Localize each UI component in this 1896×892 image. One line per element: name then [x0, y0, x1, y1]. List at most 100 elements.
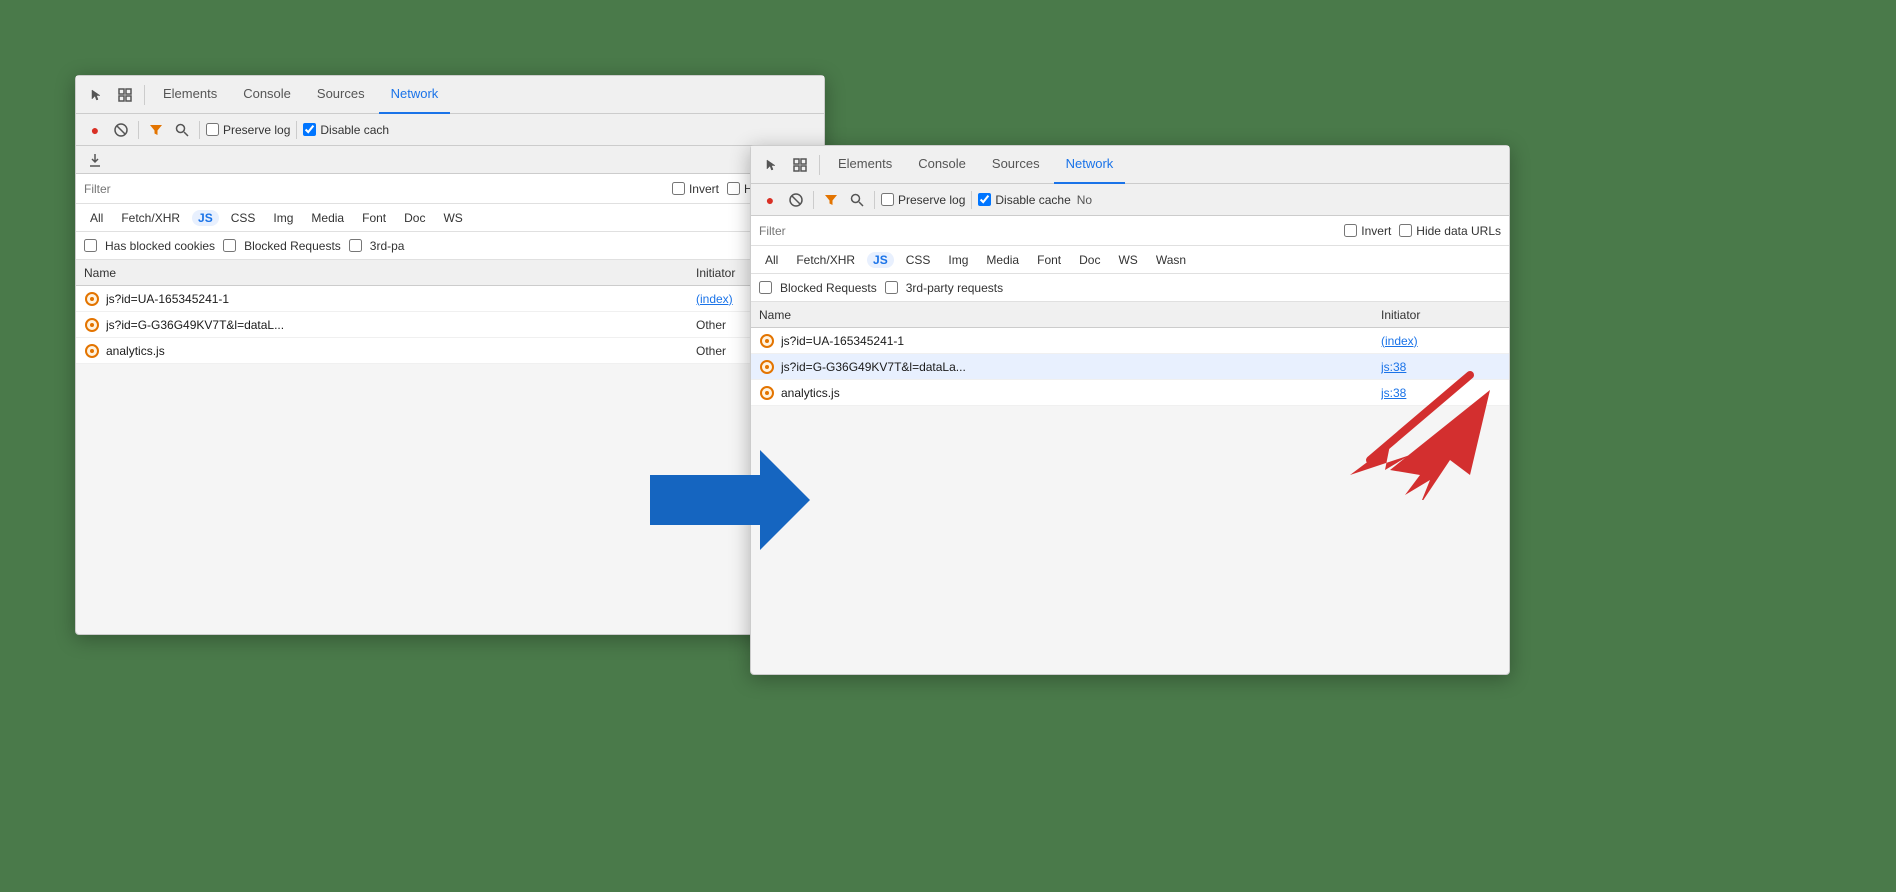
no-label-2: No	[1077, 193, 1092, 207]
toolbar-divider-6	[971, 191, 972, 209]
table-body-2: js?id=UA-165345241-1 (index) js?id=G-G36…	[751, 328, 1509, 406]
table-row-1-3[interactable]: analytics.js Other	[76, 338, 824, 364]
resource-icon-2-1	[759, 333, 775, 349]
row-name-2-2: js?id=G-G36G49KV7T&l=dataLa...	[781, 360, 1381, 374]
tab-bar-2: Elements Console Sources Network	[751, 146, 1509, 184]
cursor-icon[interactable]	[84, 82, 110, 108]
toolbar-divider-5	[874, 191, 875, 209]
row-name-1-3: analytics.js	[106, 344, 696, 358]
col-initiator-header-2: Initiator	[1381, 308, 1501, 322]
inspect-icon-2[interactable]	[787, 152, 813, 178]
type-doc-2[interactable]: Doc	[1073, 252, 1106, 268]
type-media-2[interactable]: Media	[980, 252, 1025, 268]
blocked-requests-checkbox-1[interactable]	[223, 239, 236, 252]
type-filter-1: All Fetch/XHR JS CSS Img Media Font Doc …	[76, 204, 824, 232]
type-img-2[interactable]: Img	[942, 252, 974, 268]
table-row-2-3[interactable]: analytics.js js:38	[751, 380, 1509, 406]
hide-data-checkbox-2[interactable]	[1399, 224, 1412, 237]
row-name-2-1: js?id=UA-165345241-1	[781, 334, 1381, 348]
type-js-2[interactable]: JS	[867, 252, 894, 268]
row-name-2-3: analytics.js	[781, 386, 1381, 400]
toolbar-divider-3	[296, 121, 297, 139]
filter-button-1[interactable]	[145, 119, 167, 141]
resource-icon-2-2	[759, 359, 775, 375]
filter-bar-2: Invert Hide data URLs	[751, 216, 1509, 246]
row-initiator-2-1: (index)	[1381, 334, 1501, 348]
table-row-2-1[interactable]: js?id=UA-165345241-1 (index)	[751, 328, 1509, 354]
tab-network-1[interactable]: Network	[379, 76, 451, 114]
type-wasn-2[interactable]: Wasn	[1150, 252, 1192, 268]
record-button-1[interactable]: ●	[84, 119, 106, 141]
filter-input-2[interactable]	[759, 224, 1336, 238]
table-row-1-1[interactable]: js?id=UA-165345241-1 (index)	[76, 286, 824, 312]
tab-network-2[interactable]: Network	[1054, 146, 1126, 184]
resource-icon-2-3	[759, 385, 775, 401]
filter-button-2[interactable]	[820, 189, 842, 211]
tab-divider-2	[819, 155, 820, 175]
type-all-1[interactable]: All	[84, 210, 109, 226]
tab-divider	[144, 85, 145, 105]
download-button-1[interactable]	[84, 149, 106, 171]
resource-icon-1-1	[84, 291, 100, 307]
table-row-1-2[interactable]: js?id=G-G36G49KV7T&l=dataL... Other	[76, 312, 824, 338]
invert-checkbox-2[interactable]	[1344, 224, 1357, 237]
disable-cache-label-2: Disable cache	[995, 193, 1070, 207]
disable-cache-checkbox-1[interactable]	[303, 123, 316, 136]
hide-data-checkbox-1[interactable]	[727, 182, 740, 195]
tab-elements-2[interactable]: Elements	[826, 146, 904, 184]
third-party-checkbox-2[interactable]	[885, 281, 898, 294]
type-doc-1[interactable]: Doc	[398, 210, 431, 226]
type-img-1[interactable]: Img	[267, 210, 299, 226]
toolbar-divider-4	[813, 191, 814, 209]
type-font-2[interactable]: Font	[1031, 252, 1067, 268]
record-button-2[interactable]: ●	[759, 189, 781, 211]
preserve-log-checkbox-2[interactable]	[881, 193, 894, 206]
col-name-header-1: Name	[84, 266, 696, 280]
search-button-2[interactable]	[846, 189, 868, 211]
tab-console-1[interactable]: Console	[231, 76, 303, 114]
tab-bar-1: Elements Console Sources Network	[76, 76, 824, 114]
inspect-icon[interactable]	[112, 82, 138, 108]
table-body-1: js?id=UA-165345241-1 (index) js?id=G-G36…	[76, 286, 824, 364]
toolbar2-1	[76, 146, 824, 174]
clear-button-1[interactable]	[110, 119, 132, 141]
type-ws-1[interactable]: WS	[437, 210, 468, 226]
resource-icon-1-2	[84, 317, 100, 333]
filter-input-1[interactable]	[84, 182, 664, 196]
invert-group-1: Invert	[672, 182, 719, 196]
type-fetchxhr-1[interactable]: Fetch/XHR	[115, 210, 186, 226]
table-row-2-2[interactable]: js?id=G-G36G49KV7T&l=dataLa... js:38	[751, 354, 1509, 380]
type-font-1[interactable]: Font	[356, 210, 392, 226]
search-button-1[interactable]	[171, 119, 193, 141]
blocked-row-2: Blocked Requests 3rd-party requests	[751, 274, 1509, 302]
blocked-requests-checkbox-2[interactable]	[759, 281, 772, 294]
blocked-requests-label-1: Blocked Requests	[244, 239, 341, 253]
hide-data-group-2: Hide data URLs	[1399, 224, 1501, 238]
preserve-log-checkbox-1[interactable]	[206, 123, 219, 136]
tab-elements-1[interactable]: Elements	[151, 76, 229, 114]
third-party-label-2: 3rd-party requests	[906, 281, 1003, 295]
blocked-requests-label-2: Blocked Requests	[780, 281, 877, 295]
type-ws-2[interactable]: WS	[1112, 252, 1143, 268]
disable-cache-checkbox-2[interactable]	[978, 193, 991, 206]
type-css-1[interactable]: CSS	[225, 210, 262, 226]
disable-cache-label-1: Disable cach	[320, 123, 389, 137]
third-party-checkbox-1[interactable]	[349, 239, 362, 252]
tab-sources-1[interactable]: Sources	[305, 76, 377, 114]
row-initiator-2-2: js:38	[1381, 360, 1501, 374]
type-js-1[interactable]: JS	[192, 210, 219, 226]
toolbar-1: ● Preserve log Disable cach	[76, 114, 824, 146]
type-media-1[interactable]: Media	[305, 210, 350, 226]
devtools-window-2: Elements Console Sources Network ●	[750, 145, 1510, 675]
type-fetchxhr-2[interactable]: Fetch/XHR	[790, 252, 861, 268]
cursor-icon-2[interactable]	[759, 152, 785, 178]
invert-checkbox-1[interactable]	[672, 182, 685, 195]
tab-sources-2[interactable]: Sources	[980, 146, 1052, 184]
tab-console-2[interactable]: Console	[906, 146, 978, 184]
type-all-2[interactable]: All	[759, 252, 784, 268]
has-blocked-checkbox-1[interactable]	[84, 239, 97, 252]
clear-button-2[interactable]	[785, 189, 807, 211]
row-initiator-2-3: js:38	[1381, 386, 1501, 400]
preserve-log-group-2: Preserve log	[881, 193, 965, 207]
type-css-2[interactable]: CSS	[900, 252, 937, 268]
